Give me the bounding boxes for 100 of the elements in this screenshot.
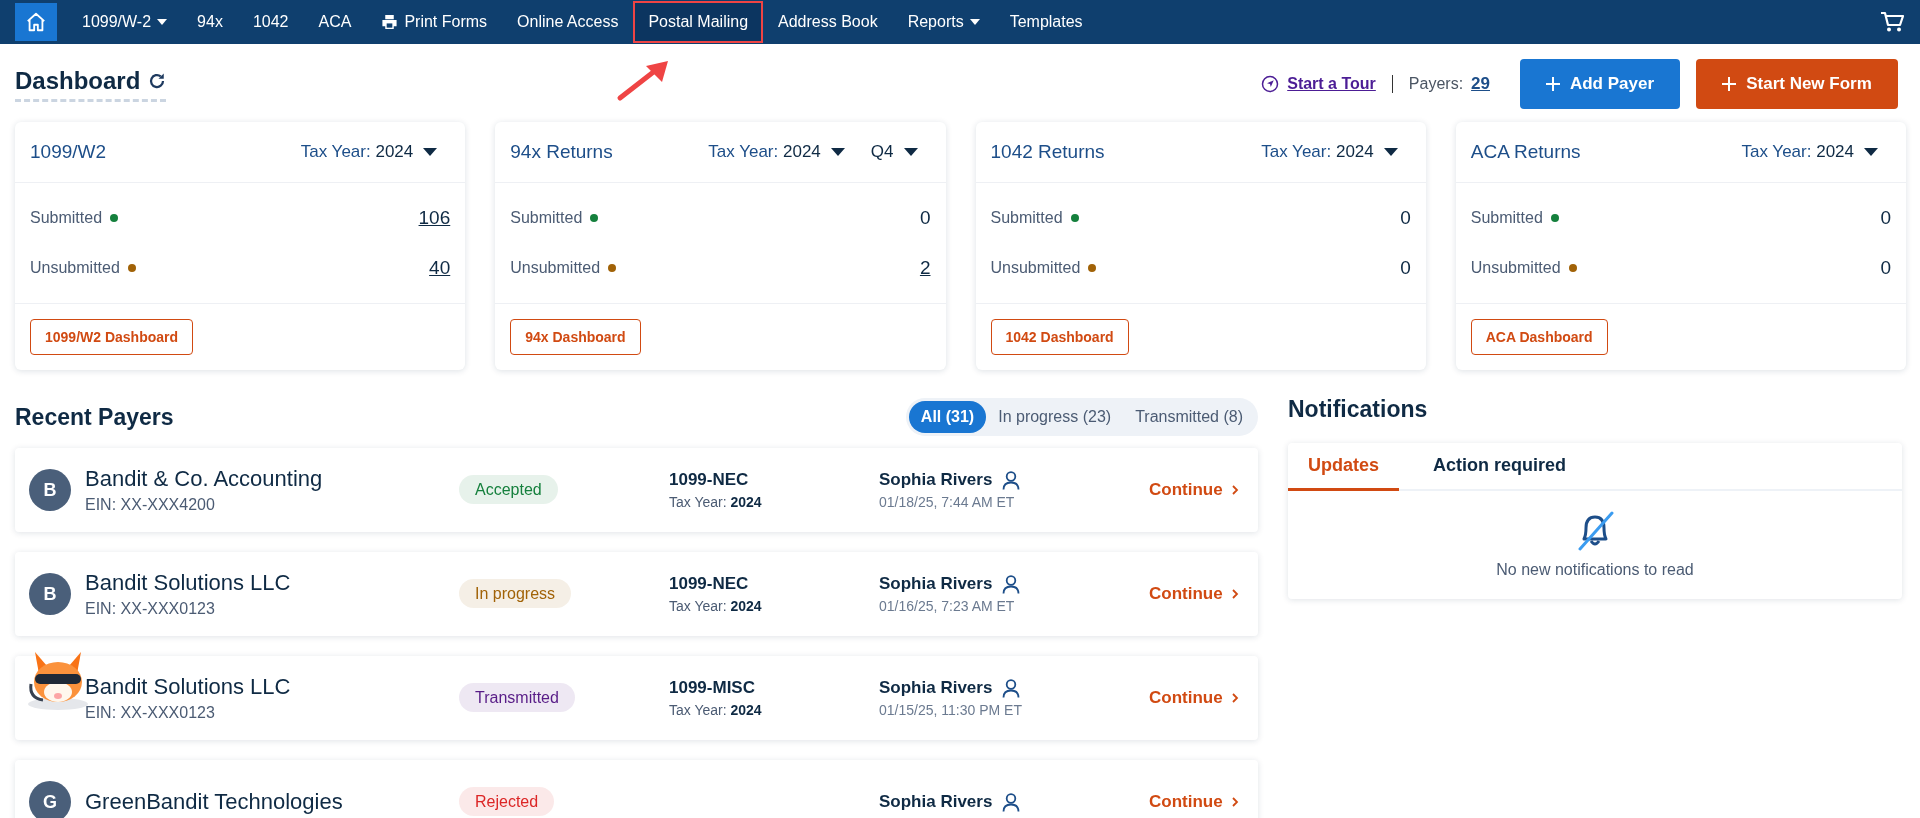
status-badge: In progress	[459, 579, 572, 608]
page-title: Dashboard	[15, 66, 141, 95]
dropdown-select[interactable]: Tax Year: 2024	[1261, 142, 1398, 162]
count-link[interactable]: 106	[418, 207, 451, 229]
user-icon	[1002, 678, 1021, 698]
continue-link[interactable]: Continue	[1149, 792, 1239, 812]
payer-row[interactable]: G GreenBandit Technologies Rejected Sophia Rivers Continue	[15, 760, 1258, 818]
stat-label: Unsubmitted	[990, 259, 1081, 277]
count-value: 0	[1880, 257, 1891, 279]
user-name: Sophia Rivers	[879, 792, 993, 812]
dropdown-select[interactable]: Q4	[870, 142, 918, 162]
form-type: 1099-MISC	[669, 678, 756, 698]
dashboard-button[interactable]: ACA Dashboard	[1470, 319, 1608, 355]
card-title: ACA Returns	[1470, 141, 1581, 163]
user-icon	[1002, 574, 1021, 594]
tax-year-text: Tax Year: 2024	[669, 494, 763, 510]
printer-icon	[381, 14, 399, 30]
chevron-right-icon	[1230, 588, 1239, 600]
form-type: 1099-NEC	[669, 574, 750, 594]
count-value: 0	[919, 207, 931, 229]
dropdown-select[interactable]: Tax Year: 2024	[708, 142, 845, 162]
dropdown-select[interactable]: Tax Year: 2024	[1741, 142, 1878, 162]
user-icon	[1002, 792, 1021, 812]
stat-label: Submitted	[1470, 209, 1543, 227]
card-title: 94x Returns	[510, 141, 613, 163]
nav-link[interactable]: Print Forms	[366, 1, 503, 43]
nav-link[interactable]: Online Access	[502, 1, 634, 43]
count-link[interactable]: 2	[919, 257, 931, 279]
stat-label: Submitted	[510, 209, 583, 227]
chevron-right-icon	[1230, 692, 1239, 704]
filter-tab[interactable]: Transmitted (8)	[1123, 401, 1255, 433]
count-value: 0	[1880, 207, 1891, 229]
payer-name: GreenBandit Technologies	[85, 789, 343, 815]
continue-link[interactable]: Continue	[1149, 584, 1239, 604]
user-name: Sophia Rivers	[879, 678, 993, 698]
user-icon	[1002, 470, 1021, 490]
dashboard-button[interactable]: 1099/W2 Dashboard	[30, 319, 194, 355]
status-badge: Rejected	[459, 787, 555, 816]
new-form-button[interactable]: Start New Form	[1696, 59, 1898, 109]
date-text: 01/18/25, 7:44 AM ET	[879, 494, 1016, 510]
user-name: Sophia Rivers	[879, 470, 993, 490]
date-text: 01/16/25, 7:23 AM ET	[879, 598, 1016, 614]
add-payer-button[interactable]: Add Payer	[1520, 59, 1680, 109]
avatar: B	[29, 469, 71, 511]
plus-icon	[1722, 77, 1737, 91]
nav-link[interactable]: Reports	[892, 1, 995, 43]
plus-icon	[1545, 77, 1560, 91]
nav-link[interactable]: Templates	[994, 1, 1098, 43]
stat-label: Unsubmitted	[1470, 259, 1561, 277]
payer-row[interactable]: B Bandit Solutions LLC EIN: XX-XXX0123 In progress 1099-NEC Tax Year: 2024 Sophia Rivers 01/16/25, 7:23 AM ET Continue	[15, 552, 1258, 636]
ein-text: EIN: XX-XXX0123	[85, 600, 216, 618]
ein-text: EIN: XX-XXX0123	[85, 704, 216, 722]
avatar: G	[29, 781, 71, 818]
notification-tab[interactable]: Updates	[1288, 443, 1399, 491]
continue-link[interactable]: Continue	[1149, 688, 1239, 708]
ein-text: EIN: XX-XXX4200	[85, 496, 216, 514]
nav-link[interactable]: Address Book	[763, 1, 893, 43]
stat-label: Submitted	[990, 209, 1063, 227]
notification-tab[interactable]: Action required	[1413, 443, 1587, 491]
status-badge: Accepted	[459, 475, 558, 504]
chevron-right-icon	[1230, 796, 1239, 808]
tax-year-text: Tax Year: 2024	[669, 702, 763, 718]
cart-icon[interactable]	[1880, 11, 1904, 33]
nav-link[interactable]: Postal Mailing	[633, 1, 764, 43]
date-text: 01/15/25, 11:30 PM ET	[879, 702, 1023, 718]
caret-icon	[830, 148, 845, 156]
user-name: Sophia Rivers	[879, 574, 993, 594]
section-title: Notifications	[1288, 396, 1429, 423]
nav-link[interactable]: ACA	[303, 1, 367, 43]
refresh-icon[interactable]	[148, 71, 167, 90]
nav-link[interactable]: 1099/W-2	[67, 1, 183, 43]
payers-count-link[interactable]: 29	[1471, 74, 1490, 94]
payer-row[interactable]: B Bandit & Co. Accounting EIN: XX-XXX4200 Accepted 1099-NEC Tax Year: 2024 Sophia Rivers 01/18/25, 7:44 AM ET Continue	[15, 448, 1258, 532]
avatar: B	[29, 573, 71, 615]
stat-label: Submitted	[30, 209, 103, 227]
payer-name: Bandit Solutions LLC	[85, 570, 291, 596]
filter-tab[interactable]: In progress (23)	[986, 401, 1124, 433]
caret-icon	[1383, 148, 1398, 156]
filter-tab[interactable]: All (31)	[908, 401, 987, 433]
nav-link[interactable]: 94x	[182, 1, 238, 43]
stat-label: Unsubmitted	[30, 259, 120, 277]
chevron-right-icon	[1230, 484, 1239, 496]
payer-row[interactable]: Bandit Solutions LLC EIN: XX-XXX0123 Transmitted 1099-MISC Tax Year: 2024 Sophia Rivers 01/15/25, 11:30 PM ET Continue	[15, 656, 1258, 740]
payers-label: Payers:	[1408, 75, 1464, 93]
stat-label: Unsubmitted	[510, 259, 601, 277]
home-button[interactable]	[15, 3, 57, 41]
dashboard-button[interactable]: 1042 Dashboard	[990, 319, 1129, 355]
form-type: 1099-NEC	[669, 470, 750, 490]
count-value: 0	[1400, 257, 1411, 279]
start-tour-link[interactable]: Start a Tour	[1287, 75, 1376, 93]
caret-icon	[1864, 148, 1878, 156]
count-link[interactable]: 40	[429, 257, 451, 279]
caret-icon	[903, 148, 918, 156]
dashboard-button[interactable]: 94x Dashboard	[510, 319, 641, 355]
section-title: Recent Payers	[15, 403, 174, 431]
dropdown-select[interactable]: Tax Year: 2024	[300, 142, 438, 162]
continue-link[interactable]: Continue	[1149, 480, 1239, 500]
nav-link[interactable]: 1042	[237, 1, 304, 43]
card-title: 1042 Returns	[990, 141, 1105, 163]
card-title: 1099/W2	[30, 141, 107, 163]
